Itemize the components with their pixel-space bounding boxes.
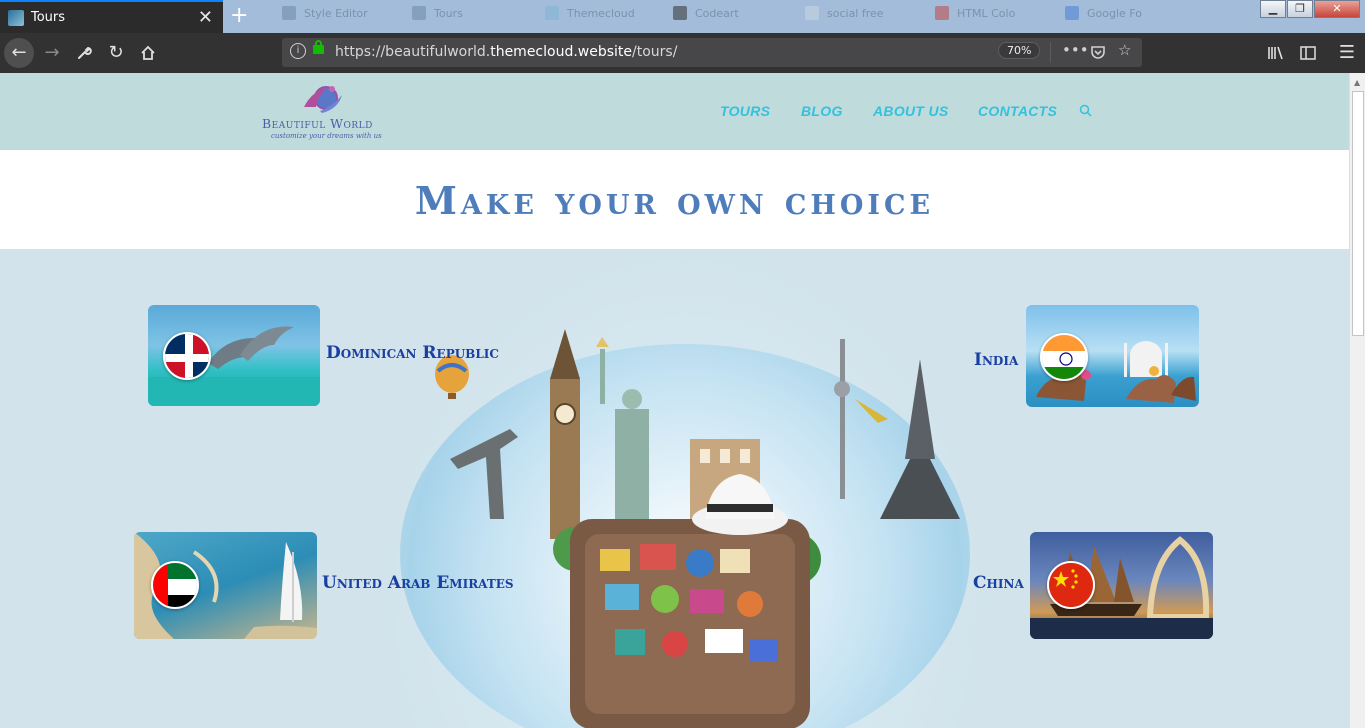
destinations-section: Dominican Republic India United Arab Emi… [0,249,1349,728]
pocket-icon[interactable] [1090,41,1106,64]
site-favicon-icon [8,10,24,26]
back-icon[interactable]: ← [4,38,34,68]
menu-icon[interactable]: ☰ [1333,39,1361,67]
logo-tagline: customize your dreams with us [271,132,382,140]
page-actions-icon[interactable]: ••• [1062,41,1089,59]
bookmark-star-icon[interactable]: ☆ [1118,41,1131,59]
forward-icon[interactable]: → [38,39,66,67]
page-scrollbar[interactable]: ▲ [1349,73,1365,728]
zoom-indicator[interactable]: 70% [998,42,1041,59]
destination-label-china[interactable]: China [973,573,1024,593]
new-tab-icon[interactable]: + [230,3,248,28]
page-title: Make your own choice [414,178,935,223]
site-header: Beautiful World customize your dreams wi… [0,73,1349,150]
background-tab[interactable]: Codeart [673,6,739,28]
tab-tours[interactable]: Tours ✕ [0,0,223,33]
url-text[interactable]: https://beautifulworld.themecloud.websit… [335,44,677,60]
india-flag-icon [1040,333,1088,381]
restore-window-icon[interactable]: ❐ [1287,0,1313,18]
divider [1050,42,1051,63]
landmarks-illustration [435,329,960,728]
tab-title: Tours [31,10,66,25]
home-icon[interactable] [134,39,162,67]
navigation-toolbar: ← → ↻ i https://beautifulworld.themeclou… [0,33,1365,73]
search-icon[interactable] [1079,104,1092,117]
tab-bar: Tours ✕ + Style Editor Tours Themecloud … [0,0,1365,33]
address-bar[interactable]: i https://beautifulworld.themecloud.webs… [282,38,1142,67]
web-page: Beautiful World customize your dreams wi… [0,73,1349,728]
china-flag-icon [1047,561,1095,609]
background-tab[interactable]: social free [805,6,884,28]
globe-logo-icon [304,86,342,113]
destination-label-india[interactable]: India [974,350,1018,370]
lock-icon[interactable] [313,40,324,54]
background-tab[interactable]: Tours [412,6,463,28]
menu-item-about-us[interactable]: ABOUT US [873,103,949,119]
wrench-icon[interactable] [70,39,98,67]
background-tab[interactable]: Google Fo [1065,6,1142,28]
site-logo[interactable]: Beautiful World customize your dreams wi… [262,81,392,143]
library-icon[interactable] [1262,39,1290,67]
menu-item-contacts[interactable]: CONTACTS [978,103,1057,119]
background-tab[interactable]: Style Editor [282,6,368,28]
logo-name: Beautiful World [262,116,373,131]
scroll-up-icon[interactable]: ▲ [1354,78,1360,87]
destination-label-united-arab-emirates[interactable]: United Arab Emirates [322,573,514,593]
uae-flag-icon [151,561,199,609]
destination-label-dominican-republic[interactable]: Dominican Republic [326,343,499,363]
reload-icon[interactable]: ↻ [102,39,130,67]
minimize-window-icon[interactable]: ▁ [1260,0,1286,18]
close-window-icon[interactable]: ✕ [1314,0,1360,18]
background-tab[interactable]: Themecloud [545,6,635,28]
menu-item-blog[interactable]: BLOG [801,103,843,119]
site-info-icon[interactable]: i [290,43,306,59]
sidebar-icon[interactable] [1294,39,1322,67]
scrollbar-thumb[interactable] [1352,91,1364,336]
dominican-republic-flag-icon [163,332,211,380]
close-tab-icon[interactable]: ✕ [198,7,213,28]
menu-item-tours[interactable]: TOURS [720,103,770,119]
background-tab[interactable]: HTML Colo [935,6,1015,28]
